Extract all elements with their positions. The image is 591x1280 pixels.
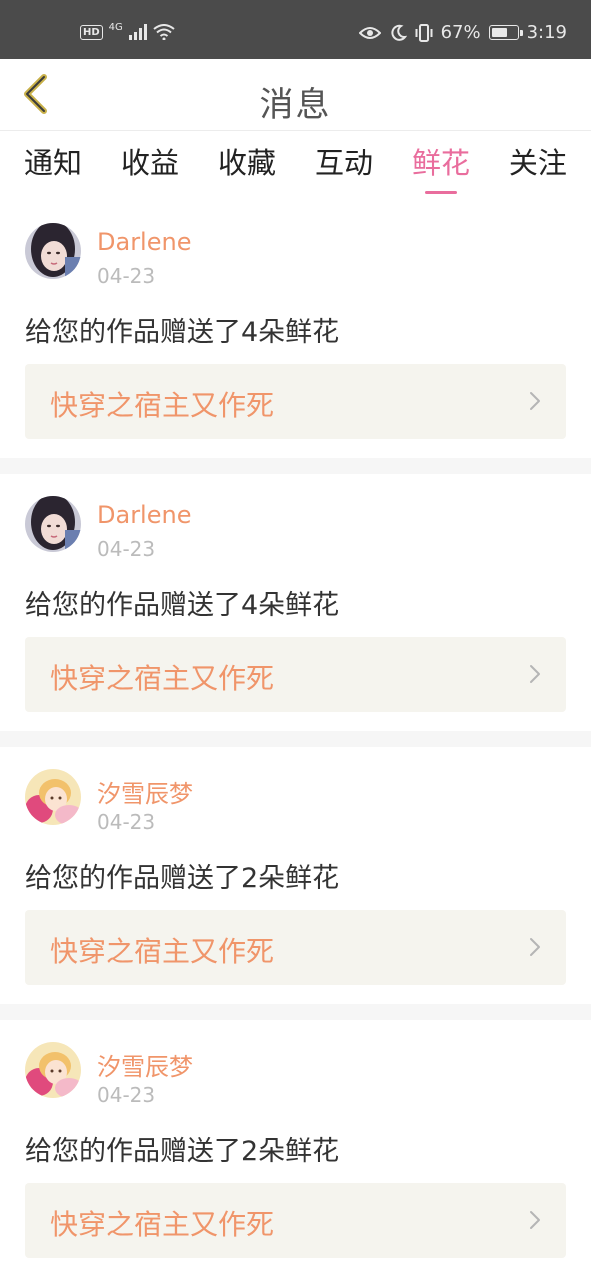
tab-interactions[interactable]: 互动: [315, 140, 373, 192]
message-text: 给您的作品赠送了2朵鲜花: [25, 863, 340, 894]
message-date: 04-23: [97, 537, 156, 561]
user-name[interactable]: 汐雪辰梦: [97, 774, 193, 809]
divider: [0, 458, 591, 474]
work-title: 快穿之宿主又作死: [50, 389, 275, 422]
user-name[interactable]: 汐雪辰梦: [97, 1047, 193, 1082]
list-item: Darlene 04-23 给您的作品赠送了4朵鲜花 快穿之宿主又作死: [0, 474, 591, 731]
user-name[interactable]: Darlene: [97, 501, 191, 529]
battery-percent: 67%: [440, 22, 481, 43]
message-text: 给您的作品赠送了2朵鲜花: [25, 1136, 340, 1167]
avatar[interactable]: [25, 769, 81, 825]
divider: [0, 731, 591, 747]
chevron-right-icon: [530, 665, 540, 683]
tab-favorites[interactable]: 收藏: [218, 140, 276, 192]
list-item: Darlene 04-23 给您的作品赠送了4朵鲜花 快穿之宿主又作死: [0, 201, 591, 458]
user-name[interactable]: Darlene: [97, 228, 191, 256]
work-link[interactable]: 快穿之宿主又作死: [25, 637, 566, 712]
battery-fill: [491, 28, 507, 37]
chevron-right-icon: [530, 1211, 540, 1229]
avatar[interactable]: [25, 1042, 81, 1098]
avatar[interactable]: [25, 223, 81, 279]
message-text: 给您的作品赠送了4朵鲜花: [25, 590, 340, 621]
clock: 3:19: [526, 22, 567, 43]
list-item: 汐雪辰梦 04-23 给您的作品赠送了2朵鲜花 快穿之宿主又作死: [0, 747, 591, 1004]
message-text: 给您的作品赠送了4朵鲜花: [25, 317, 340, 348]
tab-bar: 通知 收益 收藏 互动 鲜花 关注: [0, 131, 591, 201]
wifi-icon: [153, 24, 175, 40]
tab-flowers[interactable]: 鲜花: [412, 140, 470, 194]
page-title: 消息: [259, 85, 332, 125]
status-left: HD 4G: [80, 21, 175, 40]
eye-icon: [358, 26, 381, 39]
battery-icon: [488, 25, 523, 40]
hd-icon: HD: [80, 24, 103, 40]
status-right: 67% 3:19: [358, 22, 567, 43]
avatar[interactable]: [25, 496, 81, 552]
list-item: 汐雪辰梦 04-23 给您的作品赠送了2朵鲜花 快穿之宿主又作死: [0, 1020, 591, 1277]
flower-message-list: Darlene 04-23 给您的作品赠送了4朵鲜花 快穿之宿主又作死 Darl…: [0, 201, 591, 1277]
tab-notifications[interactable]: 通知: [24, 140, 82, 192]
message-date: 04-23: [97, 1083, 156, 1107]
work-title: 快穿之宿主又作死: [50, 1208, 275, 1241]
chevron-right-icon: [530, 938, 540, 956]
signal-icon: [128, 24, 147, 40]
moon-icon: [390, 24, 407, 41]
work-title: 快穿之宿主又作死: [50, 935, 275, 968]
divider: [0, 1004, 591, 1020]
vibrate-icon: [415, 23, 433, 42]
work-link[interactable]: 快穿之宿主又作死: [25, 910, 566, 985]
message-date: 04-23: [97, 810, 156, 834]
tab-earnings[interactable]: 收益: [121, 140, 179, 192]
work-link[interactable]: 快穿之宿主又作死: [25, 364, 566, 439]
message-date: 04-23: [97, 264, 156, 288]
chevron-right-icon: [530, 392, 540, 410]
work-link[interactable]: 快穿之宿主又作死: [25, 1183, 566, 1258]
tab-follows[interactable]: 关注: [509, 140, 567, 192]
title-bar: 消息: [0, 59, 591, 131]
status-bar: HD 4G 67% 3:19: [0, 0, 591, 59]
network-type: 4G: [108, 21, 123, 33]
work-title: 快穿之宿主又作死: [50, 662, 275, 695]
